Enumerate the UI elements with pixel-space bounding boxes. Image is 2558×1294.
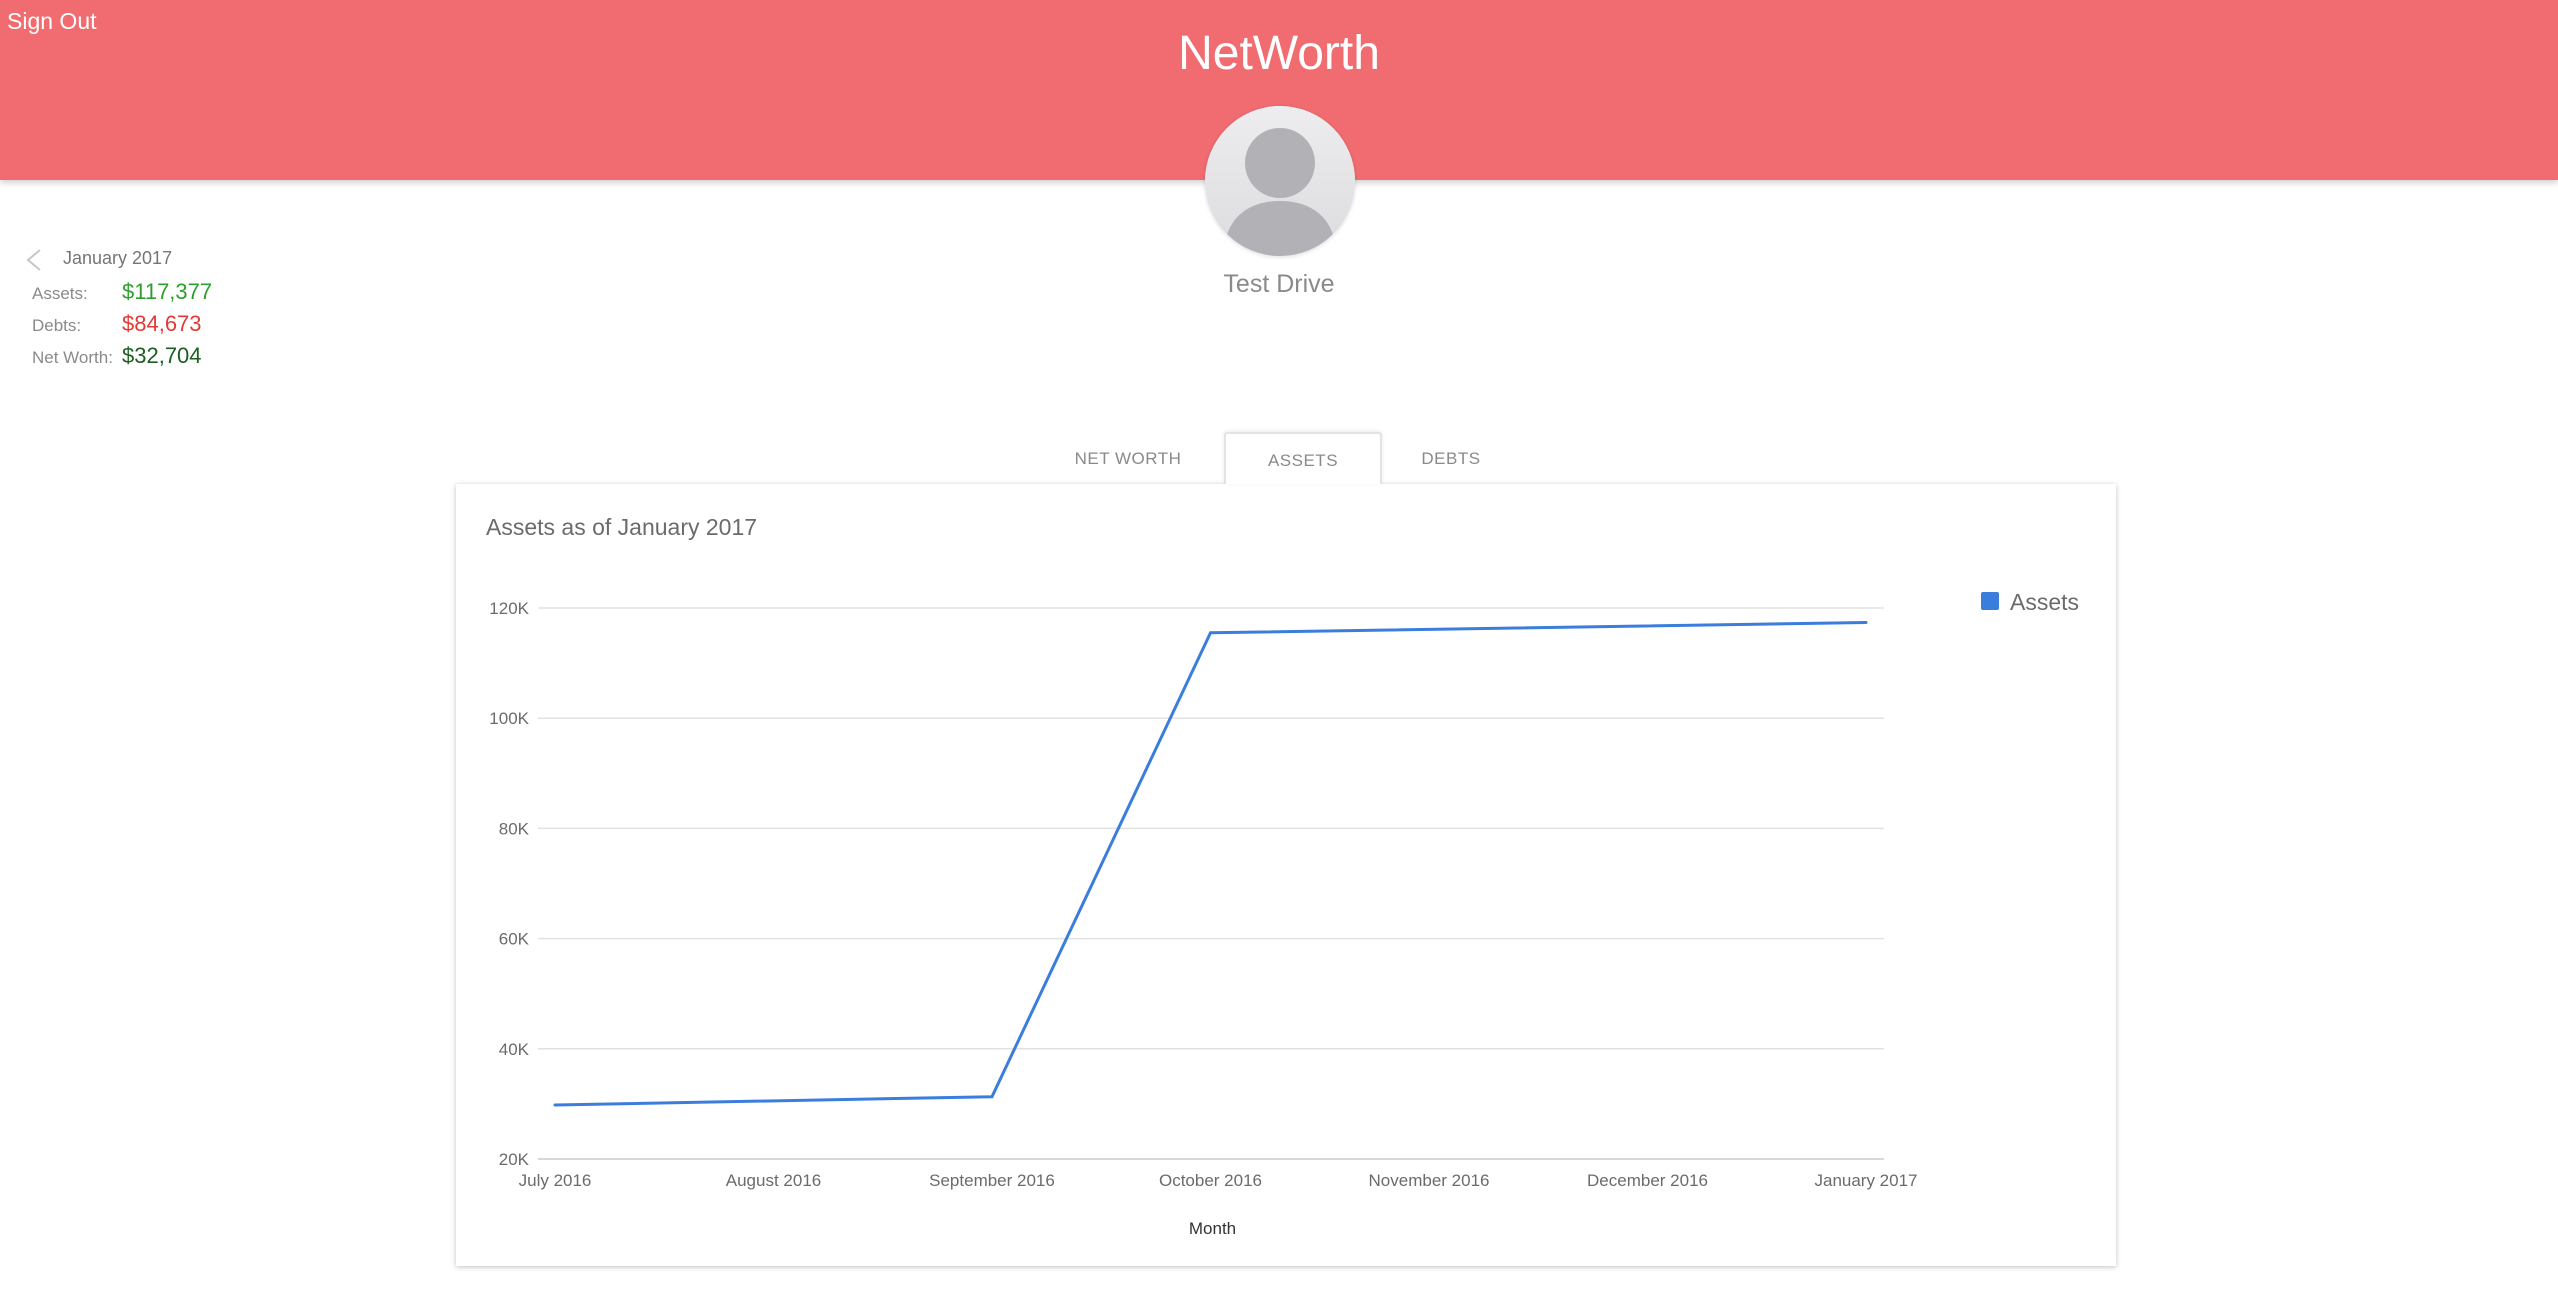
summary-debts-row: Debts: $84,673 — [32, 311, 202, 343]
x-tick-label: January 2017 — [1814, 1171, 1917, 1190]
debts-value: $84,673 — [122, 311, 202, 336]
series-line-assets — [554, 621, 1867, 1107]
data-point — [990, 1095, 994, 1099]
chart-card: Assets as of January 2017 20K 40K 60K 80K 10… — [456, 484, 2116, 1266]
tab-net-worth[interactable]: NET WORTH — [1046, 432, 1210, 482]
x-tick-label: August 2016 — [726, 1171, 821, 1190]
x-tick-label: September 2016 — [929, 1171, 1055, 1190]
assets-line-chart: 20K 40K 60K 80K 100K 120K July 2016 August 2016… — [489, 589, 2079, 1238]
data-point — [1864, 620, 1868, 624]
x-tick-label: October 2016 — [1159, 1171, 1262, 1190]
tab-debts[interactable]: DEBTS — [1378, 432, 1524, 482]
app-title: NetWorth — [1178, 27, 1380, 80]
x-tick-label: December 2016 — [1587, 1171, 1708, 1190]
assets-value: $117,377 — [122, 279, 213, 304]
x-axis-title: Month — [1189, 1219, 1236, 1238]
y-tick-label: 80K — [499, 819, 530, 838]
y-tick-label: 100K — [489, 709, 529, 728]
networth-value: $32,704 — [122, 343, 202, 368]
assets-label: Assets: — [32, 284, 88, 303]
default-user-avatar-icon — [1205, 106, 1355, 256]
user-name: Test Drive — [1223, 270, 1335, 298]
legend-swatch — [1981, 592, 1999, 610]
data-point — [1209, 631, 1212, 635]
data-point — [553, 1103, 557, 1107]
legend-label: Assets — [2010, 589, 2079, 615]
y-tick-label: 20K — [499, 1150, 530, 1169]
tab-assets[interactable]: ASSETS — [1224, 432, 1382, 484]
networth-label: Net Worth: — [32, 348, 113, 367]
debts-label: Debts: — [32, 316, 82, 335]
y-tick-label: 40K — [499, 1040, 530, 1059]
user-avatar — [1205, 106, 1355, 256]
x-tick-label: July 2016 — [519, 1171, 592, 1190]
summary-assets-row: Assets: $117,377 — [32, 279, 212, 311]
x-tick-label: November 2016 — [1369, 1171, 1490, 1190]
summary-networth-row: Net Worth: $32,704 — [32, 343, 202, 375]
chevron-left-icon[interactable] — [24, 248, 46, 272]
y-tick-label: 60K — [499, 930, 530, 949]
summary-month: January 2017 — [63, 248, 173, 268]
y-tick-label: 120K — [489, 599, 529, 618]
